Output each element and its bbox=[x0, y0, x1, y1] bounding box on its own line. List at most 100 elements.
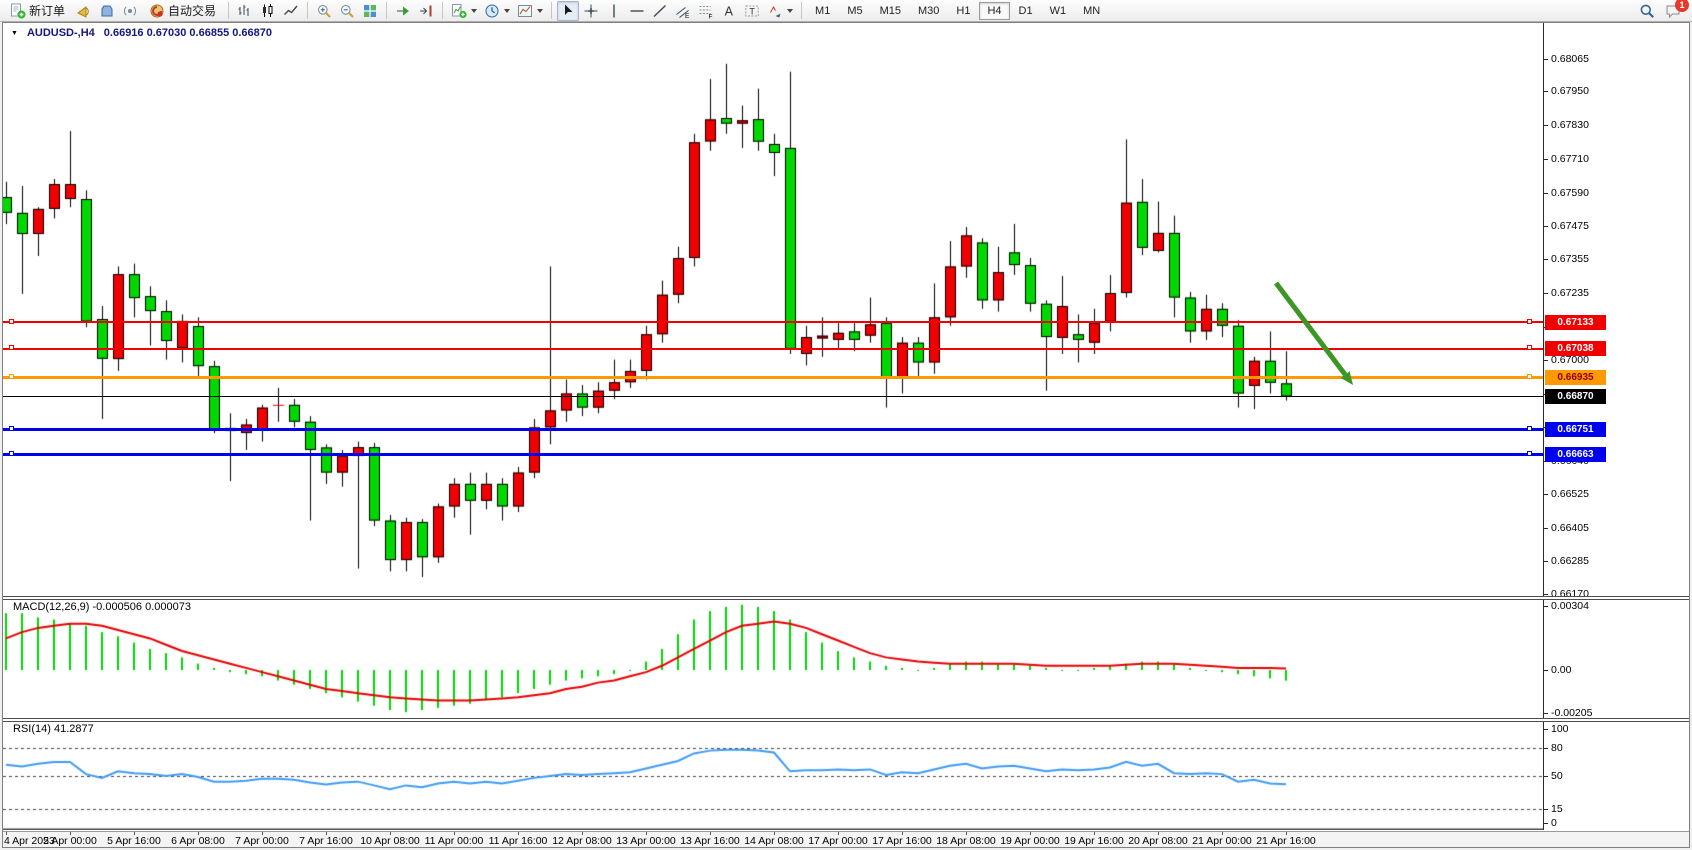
time-axis-label: 21 Apr 16:00 bbox=[1246, 835, 1326, 847]
line-anchor-handle[interactable] bbox=[1527, 319, 1532, 324]
axis-tick-mark bbox=[1544, 809, 1548, 810]
chevron-down-icon[interactable] bbox=[504, 9, 510, 13]
horizontal-level-line[interactable] bbox=[3, 348, 1543, 350]
price-tick-label: 0.66525 bbox=[1551, 488, 1589, 500]
rsi-value: 41.2877 bbox=[54, 723, 94, 735]
axis-tick-mark bbox=[1544, 594, 1548, 595]
macd-indicator-label: MACD(12,26,9) -0.000506 0.000073 bbox=[13, 601, 191, 613]
rsi-tick-label: 100 bbox=[1551, 723, 1569, 735]
line-anchor-handle[interactable] bbox=[1527, 345, 1532, 350]
price-chart-canvas[interactable] bbox=[3, 23, 1543, 830]
price-tick-label: 0.67710 bbox=[1551, 153, 1589, 165]
axis-tick-mark bbox=[1544, 293, 1548, 294]
new-order-button[interactable]: 新订单 bbox=[3, 1, 72, 21]
line-anchor-handle[interactable] bbox=[9, 319, 14, 324]
toolbar-separator bbox=[551, 2, 552, 19]
horn-icon bbox=[76, 3, 92, 19]
periods-button[interactable] bbox=[481, 1, 513, 21]
pane-divider-macd[interactable] bbox=[3, 596, 1689, 600]
line-anchor-handle[interactable] bbox=[9, 345, 14, 350]
horizontal-line-tool-button[interactable] bbox=[626, 1, 648, 21]
timeframe-m5-button[interactable]: M5 bbox=[839, 2, 870, 20]
price-tick-label: 0.67830 bbox=[1551, 119, 1589, 131]
indicators-button[interactable] bbox=[448, 1, 480, 21]
autoscroll-icon bbox=[395, 3, 411, 19]
main-toolbar: 新订单 自动交易 EFA T M1M5M15M30H1H4D1W1MN 1 bbox=[0, 0, 1692, 22]
crosshair-icon bbox=[583, 3, 599, 19]
window-menu-icon[interactable]: ▼ bbox=[11, 30, 18, 37]
rsi-tick-label: 0 bbox=[1551, 817, 1557, 829]
equidistant-channel-tool-button[interactable]: E bbox=[672, 1, 694, 21]
templates-button[interactable] bbox=[514, 1, 546, 21]
vertical-line-tool-button[interactable] bbox=[603, 1, 625, 21]
fibonacci-tool-button[interactable]: F bbox=[695, 1, 717, 21]
axis-tick-mark bbox=[1544, 561, 1548, 562]
macd-title: MACD(12,26,9) bbox=[13, 601, 89, 613]
auto-scroll-button[interactable] bbox=[392, 1, 414, 21]
axis-tick-mark bbox=[1544, 776, 1548, 777]
toolbar-separator bbox=[386, 2, 387, 19]
line-anchor-handle[interactable] bbox=[9, 374, 14, 379]
tile-windows-button[interactable] bbox=[359, 1, 381, 21]
price-tick-label: 0.67355 bbox=[1551, 253, 1589, 265]
level-price-badge: 0.66663 bbox=[1545, 447, 1606, 462]
timeframe-mn-button[interactable]: MN bbox=[1075, 2, 1108, 20]
line-anchor-handle[interactable] bbox=[1527, 374, 1532, 379]
vline-icon bbox=[606, 3, 622, 19]
timeframe-m1-button[interactable]: M1 bbox=[807, 2, 838, 20]
line-chart-mode-button[interactable] bbox=[280, 1, 302, 21]
timeframe-m15-button[interactable]: M15 bbox=[872, 2, 909, 20]
ohlc-values: 0.66916 0.67030 0.66855 0.66870 bbox=[104, 27, 272, 39]
timeframe-w1-button[interactable]: W1 bbox=[1042, 2, 1075, 20]
chevron-down-icon[interactable] bbox=[537, 9, 543, 13]
sound-alert-button[interactable] bbox=[73, 1, 95, 21]
trendline-tool-button[interactable] bbox=[649, 1, 671, 21]
svg-text:T: T bbox=[749, 6, 755, 16]
horizontal-level-line[interactable] bbox=[3, 321, 1543, 323]
channel-icon: E bbox=[675, 3, 691, 19]
timeframe-m30-button[interactable]: M30 bbox=[910, 2, 947, 20]
news-button[interactable] bbox=[96, 1, 118, 21]
line-anchor-handle[interactable] bbox=[1527, 451, 1532, 456]
macd-tick-label: 0.00 bbox=[1551, 664, 1571, 676]
zoom-out-button[interactable] bbox=[336, 1, 358, 21]
chart-shift-button[interactable] bbox=[415, 1, 437, 21]
auto-trading-button[interactable]: 自动交易 bbox=[142, 1, 223, 21]
pane-divider-rsi[interactable] bbox=[3, 718, 1689, 722]
text-label-tool-button[interactable]: T bbox=[741, 1, 763, 21]
line-anchor-handle[interactable] bbox=[9, 451, 14, 456]
line-anchor-handle[interactable] bbox=[9, 426, 14, 431]
svg-text:A: A bbox=[725, 4, 734, 18]
rsi-tick-label: 50 bbox=[1551, 770, 1563, 782]
horizontal-level-line[interactable] bbox=[3, 376, 1543, 379]
candlestick-mode-button[interactable] bbox=[257, 1, 279, 21]
axis-tick-mark bbox=[1544, 159, 1548, 160]
zoom-in-button[interactable] bbox=[313, 1, 335, 21]
signals-broadcast-button[interactable] bbox=[119, 1, 141, 21]
text-tool-button[interactable]: A bbox=[718, 1, 740, 21]
candles-icon bbox=[260, 3, 276, 19]
crosshair-button[interactable] bbox=[580, 1, 602, 21]
bid-price-line[interactable] bbox=[3, 396, 1543, 397]
time-axis[interactable]: 4 Apr 20235 Apr 00:005 Apr 16:006 Apr 08… bbox=[3, 831, 1689, 847]
rsi-tick-label: 80 bbox=[1551, 742, 1563, 754]
timeframe-h4-button[interactable]: H4 bbox=[979, 2, 1009, 20]
horizontal-level-line[interactable] bbox=[3, 453, 1543, 456]
cursor-icon bbox=[560, 3, 576, 19]
chevron-down-icon[interactable] bbox=[471, 9, 477, 13]
chart-symbol-title[interactable]: ▼ AUDUSD-,H4 0.66916 0.67030 0.66855 0.6… bbox=[11, 27, 272, 39]
timeframe-d1-button[interactable]: D1 bbox=[1011, 2, 1041, 20]
chevron-down-icon[interactable] bbox=[787, 9, 793, 13]
timeframe-h1-button[interactable]: H1 bbox=[948, 2, 978, 20]
arrows-tool-button[interactable] bbox=[764, 1, 796, 21]
notifications-button[interactable]: 1 bbox=[1665, 3, 1681, 19]
axis-tick-mark bbox=[1544, 193, 1548, 194]
notification-count-badge: 1 bbox=[1675, 0, 1689, 12]
rsi-indicator-label: RSI(14) 41.2877 bbox=[13, 723, 94, 735]
line-anchor-handle[interactable] bbox=[1527, 426, 1532, 431]
bar-chart-mode-button[interactable] bbox=[234, 1, 256, 21]
rsi-title: RSI(14) bbox=[13, 723, 51, 735]
search-icon[interactable] bbox=[1639, 3, 1655, 19]
cursor-button[interactable] bbox=[557, 1, 579, 21]
horizontal-level-line[interactable] bbox=[3, 428, 1543, 431]
